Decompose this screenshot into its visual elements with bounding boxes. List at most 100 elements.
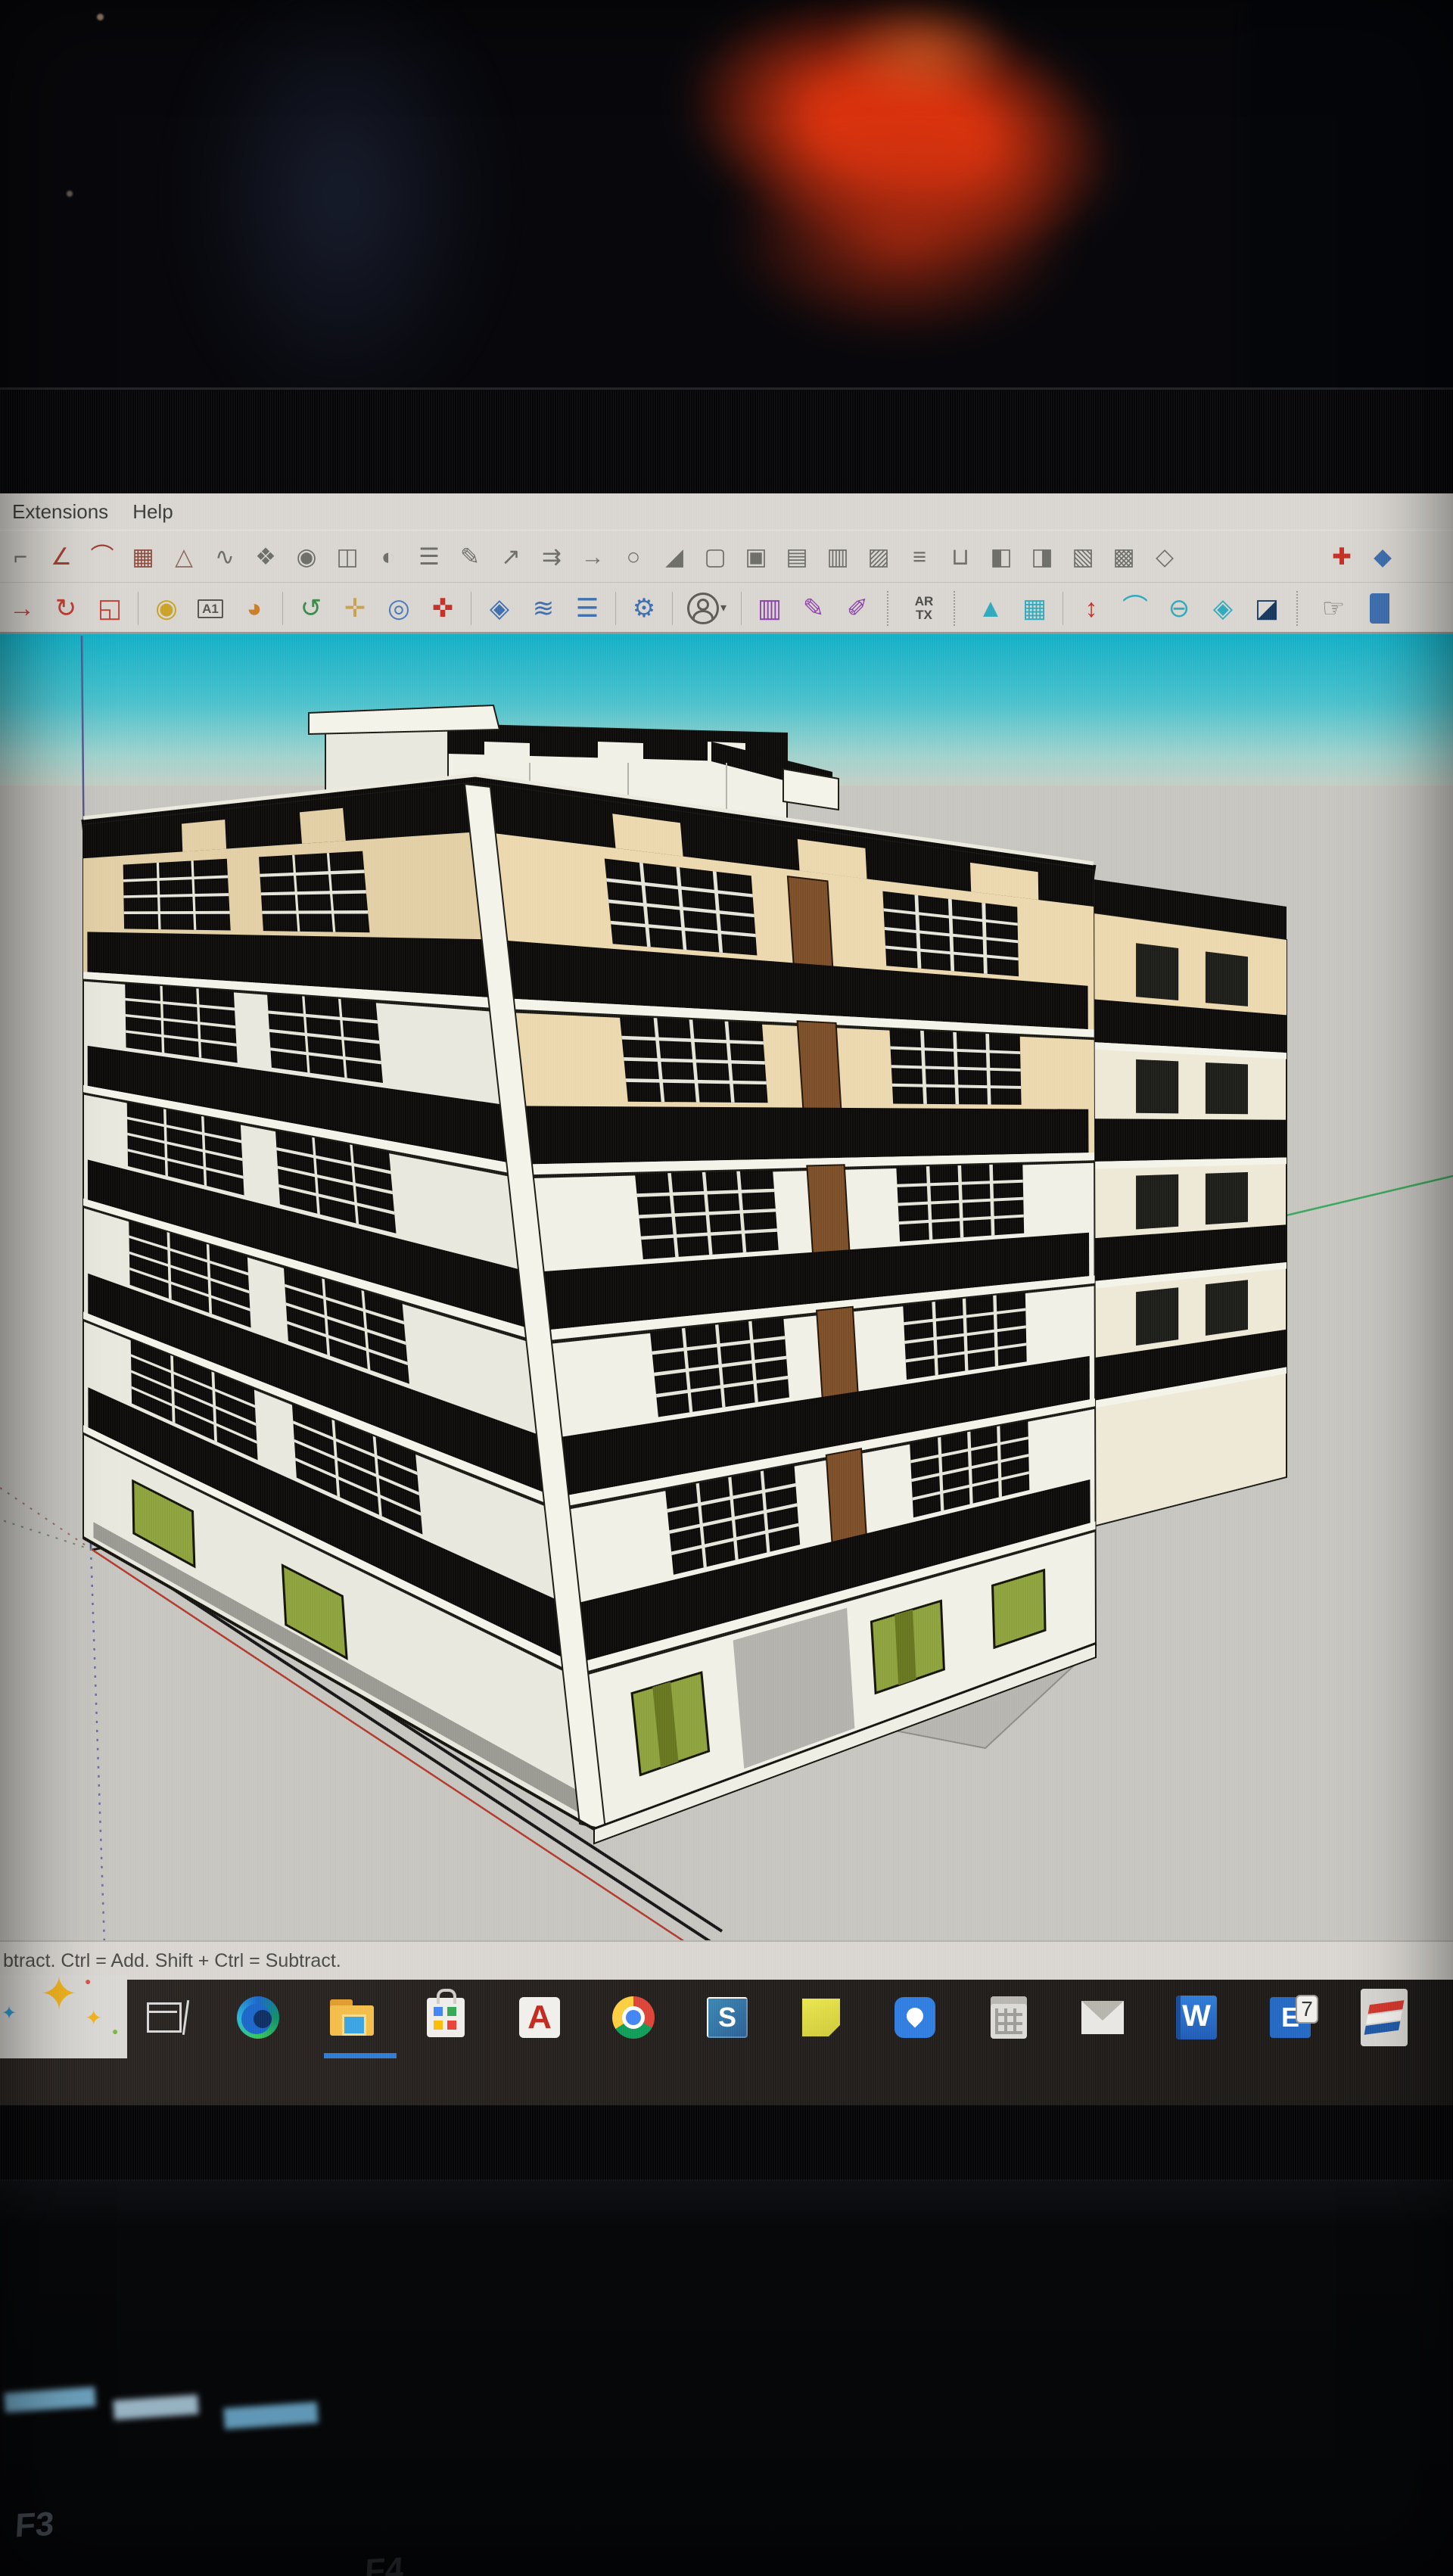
paint-bucket-icon: ◕ — [247, 596, 263, 621]
terrain-paint-icon: ▲ — [978, 596, 1003, 621]
toolbar-dotted-separator — [1296, 591, 1304, 626]
mound-icon[interactable]: ⌒ — [1113, 587, 1157, 630]
dome-tool-icon[interactable]: ◉ — [286, 535, 327, 577]
artx-icon[interactable]: ARTX — [902, 587, 946, 630]
cube-half-left-icon[interactable]: ◧ — [981, 535, 1022, 577]
undo-arrow-icon[interactable]: → — [0, 587, 44, 630]
rectangle-grid-icon[interactable]: ▦ — [123, 535, 163, 577]
hatch-dense-icon[interactable]: ▩ — [1103, 535, 1144, 577]
e7-app-button[interactable]: E 7 — [1267, 1993, 1314, 2042]
calculator-button[interactable] — [985, 1993, 1032, 2042]
cone-tool-icon[interactable]: △ — [163, 535, 204, 577]
diamond-fold-icon[interactable]: ◇ — [1144, 535, 1185, 577]
pencil-tool-icon[interactable]: ✎ — [450, 535, 490, 577]
shelf-tool-icon[interactable]: ☰ — [409, 535, 450, 577]
spring-tool-icon[interactable]: ∿ — [204, 535, 245, 577]
autocad-icon: A — [519, 1997, 560, 2038]
cube-filled-icon[interactable]: ▣ — [736, 535, 776, 577]
purple-window-icon[interactable]: ▥ — [748, 587, 792, 630]
dimension-a1-icon[interactable]: A1 — [188, 587, 232, 630]
edge-button[interactable] — [235, 1993, 282, 2042]
arrow-right-icon[interactable]: → — [572, 535, 613, 577]
hand-cursor-icon[interactable]: ☞ — [1311, 587, 1355, 630]
shield-hex-icon[interactable]: ◈ — [478, 587, 521, 630]
drape-updown-icon[interactable]: ↕ — [1069, 587, 1113, 630]
cube-outline-icon[interactable]: ▢ — [695, 535, 736, 577]
panel-grid-icon[interactable]: ▥ — [817, 535, 858, 577]
gear-x-icon[interactable]: ⚙ — [622, 587, 666, 630]
hex-pencil-icon[interactable]: ✎ — [792, 587, 835, 630]
s-grid-app-icon: S — [707, 1997, 748, 2038]
hatch-light-icon[interactable]: ▧ — [1063, 535, 1103, 577]
sketchup-button[interactable] — [1361, 1993, 1408, 2042]
screen-reflection-glint-3 — [223, 2402, 319, 2430]
file-explorer-icon — [330, 1999, 374, 2036]
task-view-button[interactable] — [141, 1993, 188, 2042]
terrain-paint-icon[interactable]: ▲ — [969, 587, 1013, 630]
paint-bucket-icon[interactable]: ◕ — [232, 587, 276, 630]
word-button[interactable]: W — [1173, 1993, 1220, 2042]
panel-lines-icon[interactable]: ▤ — [776, 535, 817, 577]
spring-tool-icon: ∿ — [215, 545, 235, 568]
cube-half-right-icon[interactable]: ◨ — [1022, 535, 1063, 577]
s-grid-app-button[interactable]: S — [704, 1993, 751, 2042]
orbit-icon[interactable]: ↺ — [289, 587, 333, 630]
layers-icon[interactable]: ≡ — [899, 535, 940, 577]
fan-tool-icon[interactable]: ❖ — [245, 535, 286, 577]
widgets-dot-red: ● — [85, 1975, 91, 1987]
zoom-icon[interactable]: ◎ — [377, 587, 421, 630]
export-window-icon[interactable]: ◱ — [88, 587, 132, 630]
protractor-icon[interactable]: ∠ — [41, 535, 82, 577]
zoom-extents-icon[interactable]: ✜ — [421, 587, 465, 630]
array-arrows-icon[interactable]: ⇉ — [531, 535, 572, 577]
3d-viewport[interactable] — [0, 634, 1453, 1940]
mail-button[interactable] — [1079, 1993, 1126, 2042]
widgets-sparkle-small-blue: ✦ — [2, 2002, 17, 2024]
partial-tool-icon[interactable]: ◆ — [1362, 535, 1403, 577]
menu-bar: Extensions Help — [0, 493, 1453, 530]
hex-cursor-icon[interactable]: ✐ — [835, 587, 879, 630]
partial-blue-icon[interactable] — [1355, 587, 1399, 630]
pan-hand-icon[interactable]: ✛ — [333, 587, 377, 630]
layer-chevrons-icon[interactable]: ☰ — [565, 587, 609, 630]
wedge-tool-icon[interactable]: ◢ — [654, 535, 695, 577]
grid-pin-icon[interactable]: ▦ — [1013, 587, 1056, 630]
move-arrow-icon[interactable]: ↗ — [490, 535, 531, 577]
autocad-button[interactable]: A — [516, 1993, 563, 2042]
file-explorer-button[interactable] — [328, 1993, 375, 2042]
rectangle-grid-icon: ▦ — [132, 545, 154, 568]
flip-tool-icon[interactable]: ◐ — [368, 535, 409, 577]
sticky-notes-button[interactable] — [798, 1993, 845, 2042]
refresh-icon[interactable]: ↻ — [44, 587, 88, 630]
arc-tool-icon[interactable]: ⌒ — [82, 535, 123, 577]
tape-measure-icon[interactable]: ◉ — [145, 587, 188, 630]
background-dark-navy-blur — [182, 0, 499, 424]
widgets-button[interactable]: ✦ ✦ ✦ ● ● — [0, 1975, 127, 2058]
menu-item-extensions[interactable]: Extensions — [0, 500, 120, 524]
channel-icon[interactable]: ⊔ — [940, 535, 981, 577]
widgets-dot-green: ● — [112, 2025, 118, 2037]
account-icon[interactable]: ▾ — [679, 587, 735, 630]
microsoft-store-button[interactable] — [422, 1993, 469, 2042]
water-drop-app-button[interactable] — [891, 1993, 938, 2042]
wave-x-icon[interactable]: ≋ — [521, 587, 565, 630]
axes-tool-icon[interactable]: ⌐ — [0, 535, 41, 577]
microsoft-store-icon — [427, 1998, 465, 2037]
protractor-icon: ∠ — [51, 545, 72, 568]
keyboard-key-f3[interactable]: F3 — [14, 2506, 55, 2546]
tape-measure-icon: ◉ — [155, 596, 178, 621]
menu-item-help[interactable]: Help — [120, 500, 185, 524]
blob-tool-icon[interactable]: ○ — [613, 535, 654, 577]
calculator-icon — [991, 1996, 1027, 2039]
laptop-screen: Extensions Help ⌐∠⌒▦△∿❖◉◫◐☰✎↗⇉→○◢▢▣▤▥▨≡⊔… — [0, 493, 1453, 2108]
fold-tool-icon[interactable]: ◫ — [327, 535, 368, 577]
panel-hatch-icon[interactable]: ▨ — [858, 535, 899, 577]
keyboard-key-f4[interactable]: F4 — [364, 2551, 405, 2576]
background-red-object-blur — [576, 0, 1226, 360]
grid-diamond-icon[interactable]: ◈ — [1201, 587, 1245, 630]
chrome-button[interactable] — [610, 1993, 657, 2042]
red-pin-icon[interactable]: ✚ — [1321, 535, 1362, 577]
mound-stamp-icon[interactable]: ⊖ — [1157, 587, 1201, 630]
panel-lines-icon: ▤ — [786, 545, 807, 568]
navy-swatch-icon[interactable]: ◪ — [1245, 587, 1289, 630]
